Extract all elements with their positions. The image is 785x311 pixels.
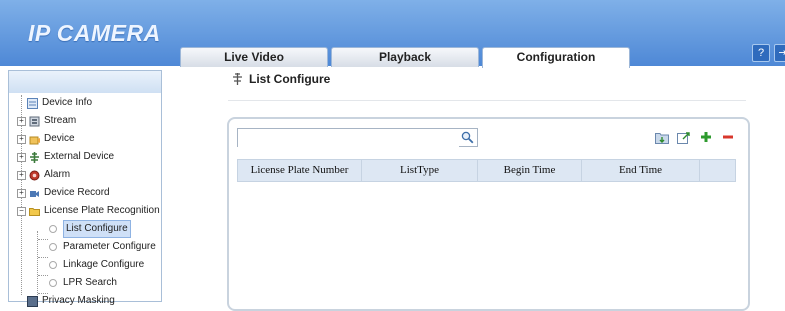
import-icon[interactable]: [654, 129, 670, 145]
sidebar-item-label: Alarm: [44, 169, 71, 180]
list-config-icon: [233, 73, 242, 85]
column-header-filler: [700, 160, 735, 181]
collapse-icon[interactable]: −: [17, 206, 26, 216]
main-tabs: Live Video Playback Configuration: [180, 47, 633, 68]
sidebar-item-label: Device Info: [42, 97, 93, 108]
sidebar-item-label: Device Record: [44, 187, 110, 198]
sidebar-item-external-device[interactable]: + External Device: [17, 149, 114, 165]
leaf-dot-icon: [49, 243, 57, 251]
sidebar-item-license-plate-recognition[interactable]: − License Plate Recognition: [17, 203, 160, 219]
expand-icon[interactable]: +: [17, 170, 26, 180]
add-icon[interactable]: [698, 129, 714, 145]
sidebar-item-parameter-configure[interactable]: Parameter Configure: [49, 239, 156, 255]
tab-playback[interactable]: Playback: [331, 47, 479, 67]
expand-icon[interactable]: +: [17, 134, 26, 144]
leaf-dot-icon: [49, 225, 57, 233]
sidebar-item-label: License Plate Recognition: [44, 205, 160, 216]
leaf-dot-icon: [49, 279, 57, 287]
search-input[interactable]: [238, 131, 459, 148]
sidebar-item-stream[interactable]: + Stream: [17, 113, 76, 129]
sidebar-item-lpr-search[interactable]: LPR Search: [49, 275, 117, 291]
search-icon[interactable]: [461, 131, 474, 144]
app-logo: IP CAMERA: [28, 20, 161, 46]
sidebar-item-label: Device: [44, 133, 75, 144]
help-icon[interactable]: ?: [752, 44, 770, 62]
external-device-icon: [30, 151, 39, 163]
sidebar-item-label: Parameter Configure: [63, 241, 156, 252]
sidebar-item-privacy-masking[interactable]: Privacy Masking: [27, 293, 115, 309]
sidebar-item-label: Linkage Configure: [63, 259, 145, 270]
sidebar-item-device[interactable]: + Device: [17, 131, 75, 147]
alarm-icon: [29, 170, 40, 180]
sidebar-item-alarm[interactable]: + Alarm: [17, 167, 70, 183]
column-header-license-plate-number[interactable]: License Plate Number: [238, 160, 362, 181]
info-icon: [27, 97, 38, 109]
list-panel: License Plate Number ListType Begin Time…: [227, 117, 750, 311]
column-header-begin-time[interactable]: Begin Time: [478, 160, 582, 181]
sidebar-item-label: External Device: [44, 151, 115, 162]
column-header-list-type[interactable]: ListType: [362, 160, 478, 181]
folder-icon: [29, 207, 40, 216]
search-field[interactable]: [237, 128, 478, 148]
tab-live-video[interactable]: Live Video: [180, 47, 328, 67]
sidebar: Device Info + Stream + Device + External…: [8, 70, 162, 307]
sidebar-item-label: Privacy Masking: [42, 295, 115, 306]
expand-icon[interactable]: +: [17, 152, 26, 162]
leaf-dot-icon: [49, 261, 57, 269]
delete-icon[interactable]: [720, 129, 736, 145]
title-divider: [228, 100, 746, 101]
sidebar-item-linkage-configure[interactable]: Linkage Configure: [49, 257, 144, 273]
app-header: IP CAMERA Live Video Playback Configurat…: [0, 0, 785, 68]
sidebar-item-device-info[interactable]: Device Info: [27, 95, 92, 111]
privacy-icon: [27, 295, 38, 307]
license-plate-table: License Plate Number ListType Begin Time…: [237, 159, 736, 182]
export-icon[interactable]: [676, 129, 692, 145]
sidebar-item-label: List Configure: [63, 220, 131, 238]
expand-icon[interactable]: +: [17, 188, 26, 198]
page-title: List Configure: [232, 72, 330, 86]
record-icon: [30, 190, 39, 197]
table-header: License Plate Number ListType Begin Time…: [237, 159, 736, 182]
device-icon: [29, 136, 40, 144]
column-header-end-time[interactable]: End Time: [582, 160, 700, 181]
sidebar-item-label: Stream: [44, 115, 77, 126]
sidebar-item-list-configure[interactable]: List Configure: [49, 220, 131, 238]
logout-icon[interactable]: ⇥: [774, 44, 785, 62]
stream-icon: [29, 116, 40, 126]
expand-icon[interactable]: +: [17, 116, 26, 126]
page-title-text: List Configure: [249, 72, 331, 86]
list-toolbar: [654, 129, 736, 145]
sidebar-header: [9, 71, 161, 93]
sidebar-item-label: LPR Search: [63, 277, 117, 288]
sidebar-item-device-record[interactable]: + Device Record: [17, 185, 110, 201]
tab-configuration[interactable]: Configuration: [482, 47, 630, 68]
